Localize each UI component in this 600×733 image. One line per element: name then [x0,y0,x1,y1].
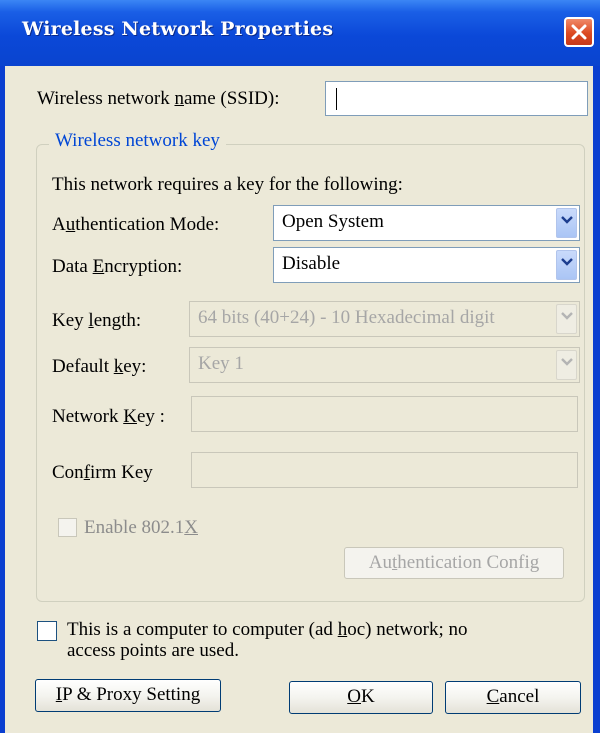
chevron-down-icon [561,358,573,366]
network-key-label: Network Key : [52,406,165,427]
default-key-value: Key 1 [198,353,244,374]
window-title: Wireless Network Properties [22,18,334,40]
authentication-config-button[interactable]: Authentication Config [344,547,564,579]
adhoc-label-line2: access points are used. [67,640,239,661]
title-bar[interactable]: Wireless Network Properties [0,0,600,66]
data-encryption-dropdown-button[interactable] [556,250,577,280]
data-encryption-label: Data Encryption: [52,256,183,277]
key-intro-text: This network requires a key for the foll… [52,174,403,195]
default-key-dropdown-button[interactable] [556,350,577,380]
network-key-input[interactable] [191,396,578,432]
wireless-key-group-label: Wireless network key [49,130,226,152]
authentication-mode-value: Open System [282,211,384,232]
enable-8021x-checkbox[interactable] [58,518,77,537]
cancel-button[interactable]: Cancel [445,681,581,714]
chevron-down-icon [561,312,573,320]
text-caret [336,88,337,110]
chevron-down-icon [561,258,573,266]
ok-button[interactable]: OK [289,681,433,714]
ip-proxy-setting-button[interactable]: IP & Proxy Setting [35,679,221,712]
enable-8021x-label: Enable 802.1X [84,517,198,538]
close-button[interactable] [564,17,594,47]
data-encryption-value: Disable [282,253,341,274]
default-key-label: Default key: [52,356,147,377]
chevron-down-icon [561,216,573,224]
dialog-body: Wireless network name (SSID): Wireless n… [5,66,593,733]
adhoc-label-line1: This is a computer to computer (ad hoc) … [67,619,468,640]
confirm-key-input[interactable] [191,452,578,488]
close-x-icon [571,24,587,40]
key-length-label: Key length: [52,310,142,331]
ssid-label: Wireless network name (SSID): [37,88,280,109]
authentication-mode-label: Authentication Mode: [52,214,220,235]
default-key-select[interactable]: Key 1 [189,347,580,383]
authentication-mode-select[interactable]: Open System [273,205,580,241]
dialog-window: Wireless Network Properties Wireless net… [0,0,600,733]
ssid-input[interactable] [325,81,588,116]
confirm-key-label: Confirm Key [52,462,153,483]
key-length-dropdown-button[interactable] [556,304,577,334]
key-length-select[interactable]: 64 bits (40+24) - 10 Hexadecimal digit [189,301,580,337]
data-encryption-select[interactable]: Disable [273,247,580,283]
authentication-mode-dropdown-button[interactable] [556,208,577,238]
key-length-value: 64 bits (40+24) - 10 Hexadecimal digit [198,307,495,328]
adhoc-network-checkbox[interactable] [37,621,57,641]
